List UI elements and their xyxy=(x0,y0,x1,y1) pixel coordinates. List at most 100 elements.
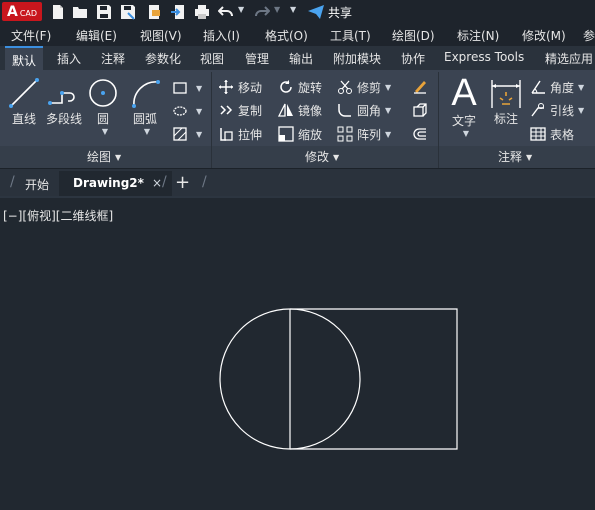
leader-dropdown-icon[interactable]: ▼ xyxy=(578,106,584,115)
leader-icon xyxy=(531,103,544,117)
undo-dropdown-icon[interactable]: ▼ xyxy=(238,5,254,21)
new-tab-button[interactable]: + xyxy=(175,172,190,193)
menu-dimension[interactable]: 标注(N) xyxy=(457,27,499,44)
menu-tools[interactable]: 工具(T) xyxy=(330,27,371,44)
tab-view[interactable]: 视图 xyxy=(200,50,224,67)
leader-tool[interactable]: 引线 ▼ xyxy=(530,100,584,120)
offset-icon[interactable] xyxy=(412,126,428,142)
print-icon[interactable] xyxy=(194,4,210,20)
circle-dropdown-icon[interactable]: ▼ xyxy=(90,127,120,136)
fillet-label: 圆角 xyxy=(357,103,382,118)
arc-tool[interactable]: 圆弧 ▼ xyxy=(126,76,164,136)
leader-label: 引线 xyxy=(550,103,575,118)
modify-panel-title[interactable]: 修改 ▼ xyxy=(305,148,339,166)
drawing-canvas[interactable]: [−][俯视][二维线框] xyxy=(0,196,595,510)
dimension-tool[interactable]: 标注 xyxy=(488,76,524,127)
text-tool[interactable]: A 文字 ▼ xyxy=(447,74,481,138)
modify-panel-title-label: 修改 xyxy=(305,150,330,164)
arc-icon xyxy=(132,80,160,108)
trim-dropdown-icon[interactable]: ▼ xyxy=(385,83,391,92)
tab-parametric[interactable]: 参数化 xyxy=(145,50,181,67)
tab-output[interactable]: 输出 xyxy=(289,50,313,67)
angle-dropdown-icon[interactable]: ▼ xyxy=(578,83,584,92)
hatch-icon xyxy=(173,127,187,141)
undo-icon[interactable] xyxy=(218,4,234,20)
menu-insert[interactable]: 插入(I) xyxy=(203,27,240,44)
array-tool[interactable]: 阵列 ▼ xyxy=(337,124,391,144)
draw-panel-title[interactable]: 绘图 ▼ xyxy=(87,148,121,166)
close-icon[interactable]: × xyxy=(152,176,162,190)
scale-icon xyxy=(278,126,294,142)
redo-dropdown-icon[interactable]: ▼ xyxy=(274,5,290,21)
draw-panel-title-label: 绘图 xyxy=(87,150,112,164)
angle-dimension-tool[interactable]: 角度 ▼ xyxy=(530,77,584,97)
chevron-down-icon: ▼ xyxy=(526,153,533,162)
tab-express-tools[interactable]: Express Tools xyxy=(444,50,524,64)
tab-default[interactable]: 默认 xyxy=(5,46,44,70)
menu-view[interactable]: 视图(V) xyxy=(140,27,182,44)
mirror-tool[interactable]: 镜像 xyxy=(278,100,322,120)
panel-divider xyxy=(438,72,439,168)
menu-parametric[interactable]: 参 xyxy=(583,27,595,44)
text-dropdown-icon[interactable]: ▼ xyxy=(451,129,481,138)
ribbon-tab-bar: 默认 插入 注释 参数化 视图 管理 输出 附加模块 协作 Express To… xyxy=(0,46,595,70)
tab-collaborate[interactable]: 协作 xyxy=(401,50,425,67)
arc-label: 圆弧 xyxy=(132,112,157,126)
scale-label: 缩放 xyxy=(298,127,323,142)
erase-icon[interactable] xyxy=(412,78,428,94)
circle-tool[interactable]: 圆 ▼ xyxy=(86,76,120,136)
hatch-tool[interactable]: ▼ xyxy=(172,101,202,121)
save-as-icon[interactable] xyxy=(120,4,136,20)
table-tool[interactable]: 表格 xyxy=(530,124,574,144)
annotation-panel-title[interactable]: 注释 ▼ xyxy=(498,148,532,166)
tab-start[interactable]: 开始 xyxy=(25,176,49,193)
stretch-tool[interactable]: 拉伸 xyxy=(218,124,262,144)
tab-drawing2-label: Drawing2* xyxy=(73,176,144,190)
trim-tool[interactable]: 修剪 ▼ xyxy=(337,77,391,97)
app-logo[interactable]: A CAD xyxy=(2,2,42,21)
move-tool[interactable]: 移动 xyxy=(218,77,262,97)
drawn-rectangle[interactable] xyxy=(290,308,458,450)
menu-draw[interactable]: 绘图(D) xyxy=(392,27,435,44)
polyline-tool[interactable]: 多段线 xyxy=(44,76,84,127)
new-file-icon[interactable] xyxy=(50,4,66,20)
ellipse-dropdown-icon[interactable]: ▼ xyxy=(196,107,202,116)
fillet-dropdown-icon[interactable]: ▼ xyxy=(385,106,391,115)
rotate-tool[interactable]: 旋转 xyxy=(278,77,322,97)
menu-edit[interactable]: 编辑(E) xyxy=(76,27,117,44)
tab-annotate[interactable]: 注释 xyxy=(101,50,125,67)
tab-insert[interactable]: 插入 xyxy=(57,50,81,67)
array-dropdown-icon[interactable]: ▼ xyxy=(385,130,391,139)
tab-drawing2[interactable]: Drawing2* × xyxy=(59,171,172,197)
rectangle-tool[interactable]: ▼ xyxy=(172,78,202,98)
dimension-label: 标注 xyxy=(493,112,518,126)
tab-addins[interactable]: 附加模块 xyxy=(333,50,381,67)
menu-file[interactable]: 文件(F) xyxy=(11,27,51,44)
save-icon[interactable] xyxy=(96,4,112,20)
fillet-tool[interactable]: 圆角 ▼ xyxy=(337,100,391,120)
copy-tool[interactable]: 复制 xyxy=(218,100,262,120)
array-label: 阵列 xyxy=(357,127,382,142)
explode-icon[interactable] xyxy=(412,102,428,118)
redo-icon[interactable] xyxy=(254,4,270,20)
tab-featured-apps[interactable]: 精选应用 xyxy=(545,50,593,67)
menu-modify[interactable]: 修改(M) xyxy=(522,27,566,44)
rectangle-dropdown-icon[interactable]: ▼ xyxy=(196,84,202,93)
arc-dropdown-icon[interactable]: ▼ xyxy=(130,127,164,136)
publish-icon[interactable] xyxy=(146,4,162,20)
stretch-icon xyxy=(220,128,233,141)
line-tool[interactable]: 直线 xyxy=(6,76,42,127)
polyline-icon xyxy=(48,91,75,105)
share-button[interactable]: 共享 xyxy=(308,4,352,20)
open-folder-icon[interactable] xyxy=(72,4,88,20)
hatch-dropdown-icon[interactable]: ▼ xyxy=(196,130,202,139)
scale-tool[interactable]: 缩放 xyxy=(278,124,322,144)
menu-format[interactable]: 格式(O) xyxy=(265,27,308,44)
boundary-tool[interactable]: ▼ xyxy=(172,124,202,144)
tab-manage[interactable]: 管理 xyxy=(245,50,269,67)
mirror-icon xyxy=(278,103,293,117)
export-icon[interactable] xyxy=(170,4,186,20)
panel-divider xyxy=(211,72,212,168)
customize-toolbar-icon[interactable]: ▼ xyxy=(290,5,306,21)
chevron-down-icon: ▼ xyxy=(333,153,340,162)
